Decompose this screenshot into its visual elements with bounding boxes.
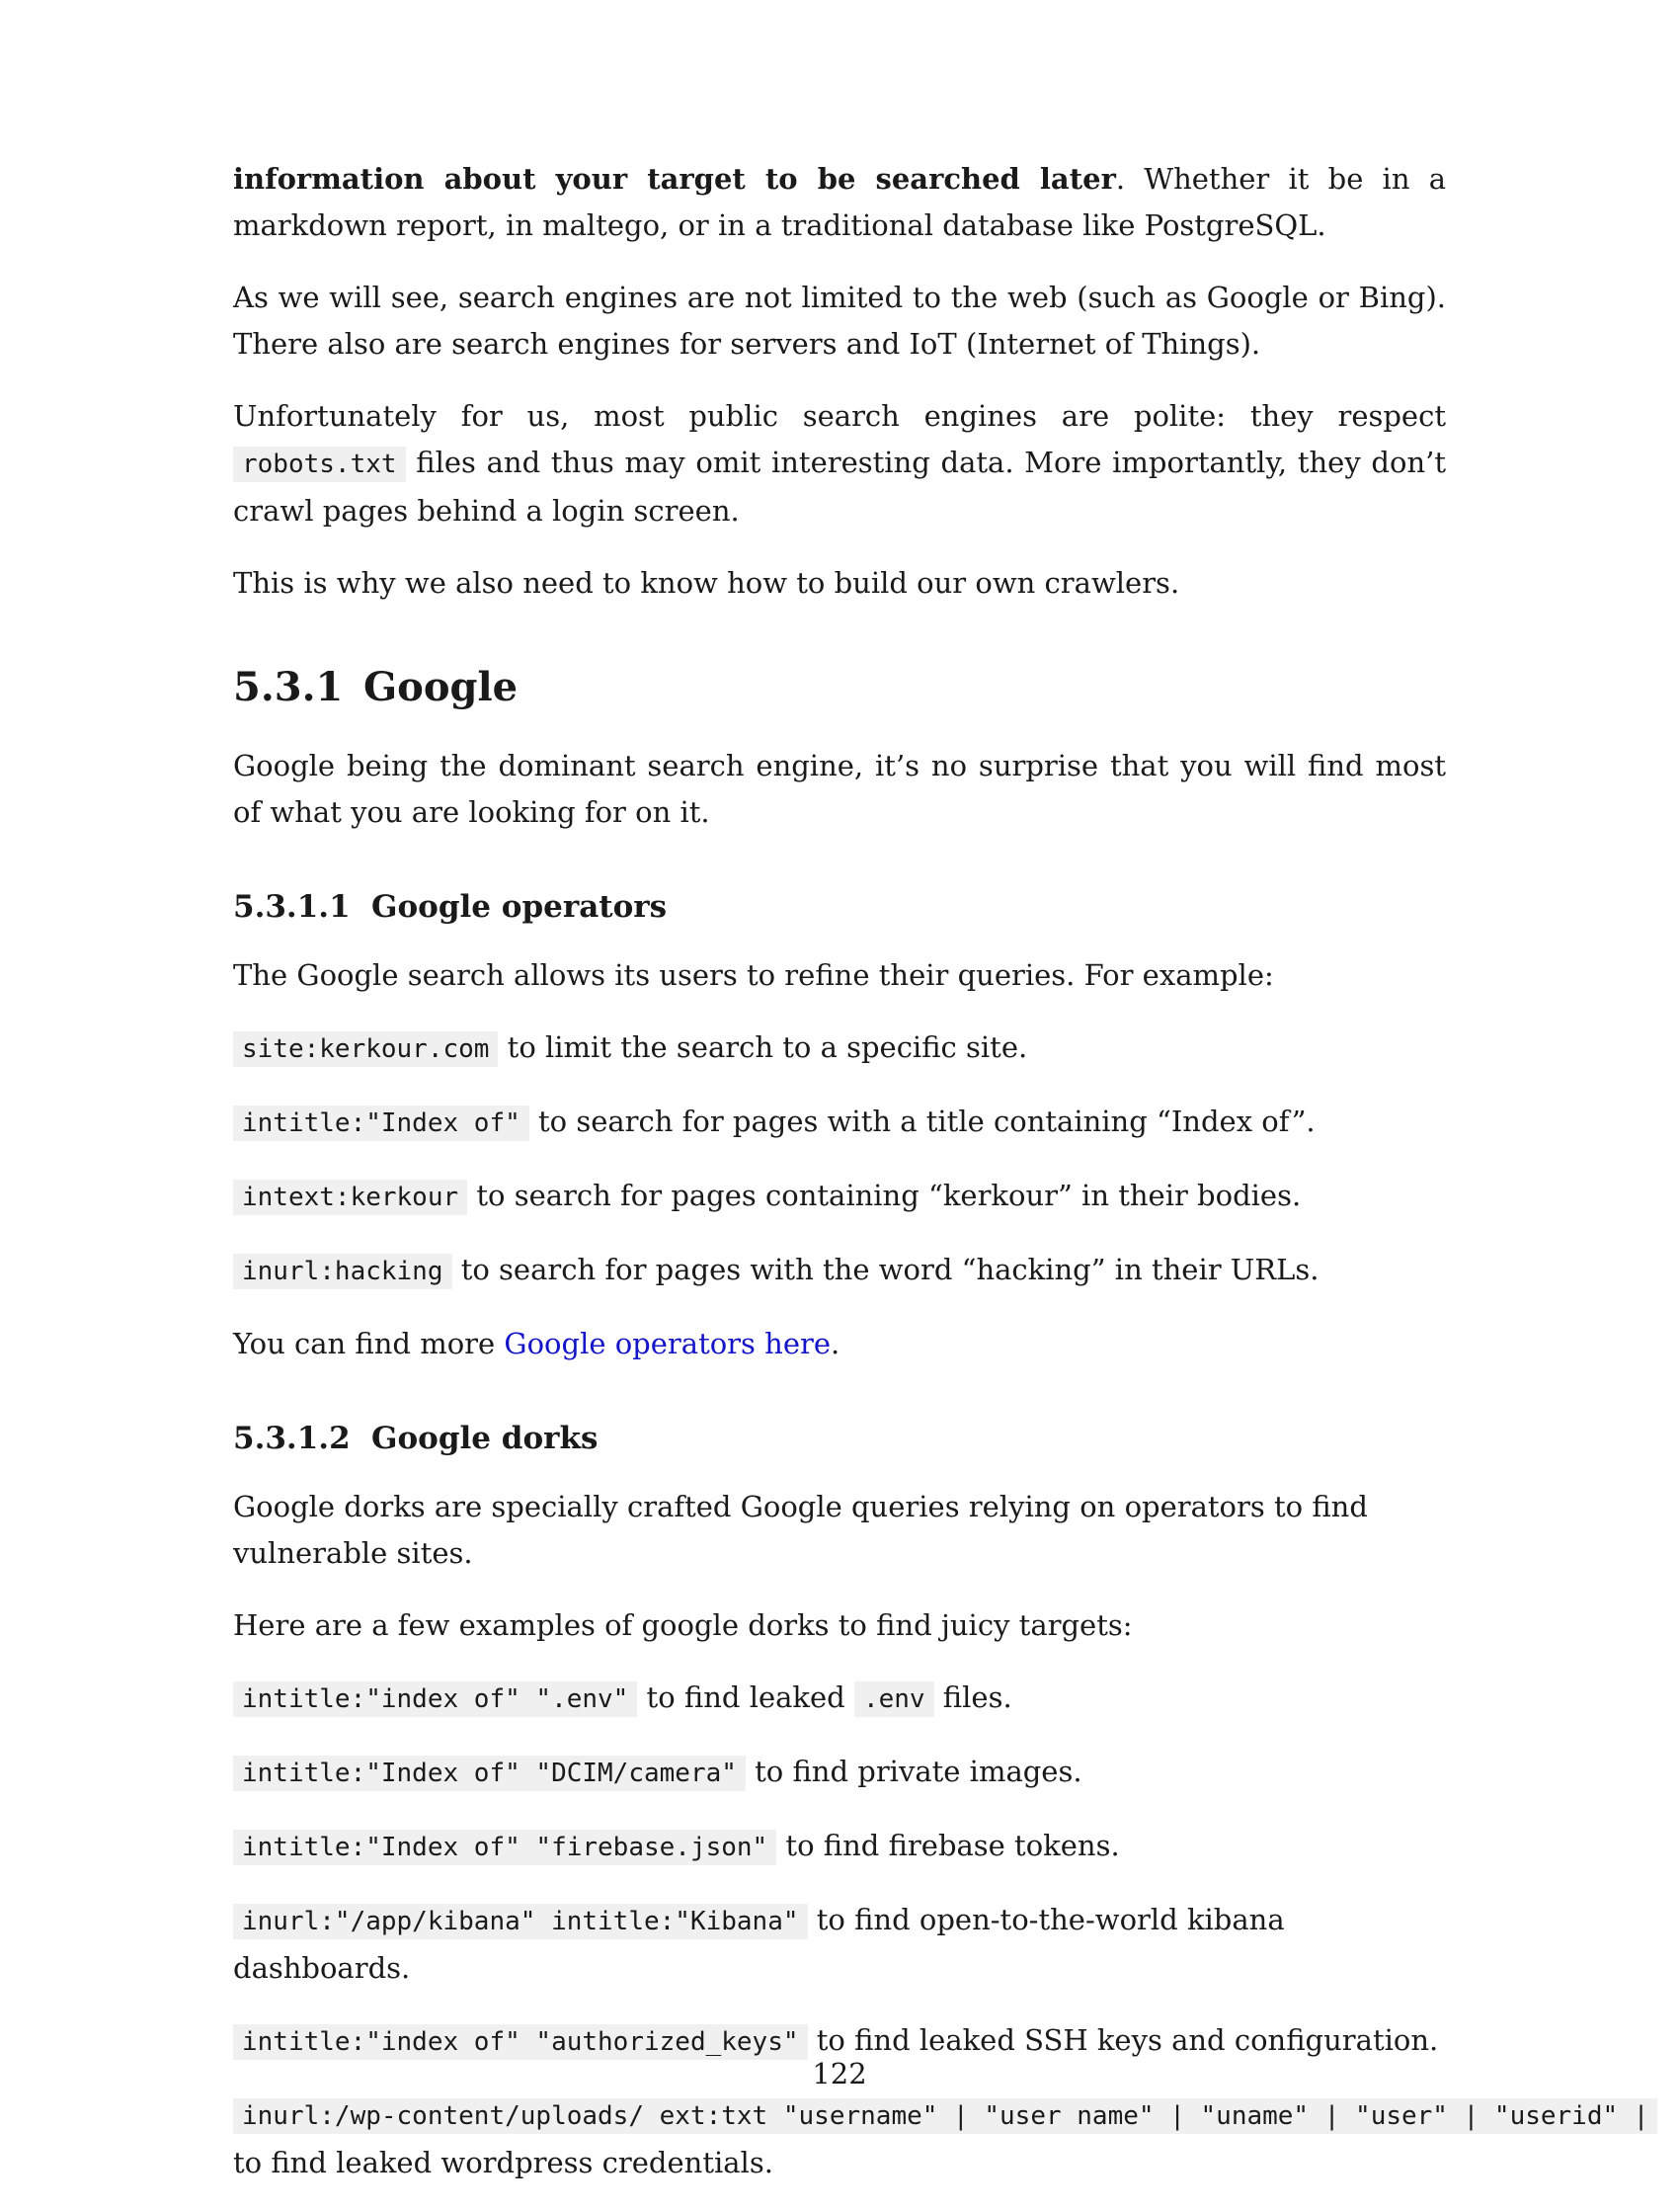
dork-description: to find leaked <box>637 1680 854 1714</box>
operator-example: intitle:"Index of" to search for pages w… <box>233 1099 1446 1147</box>
dork-code: inurl:/wp-content/uploads/ ext:txt "user… <box>233 2098 1658 2134</box>
google-operators-link[interactable]: Google operators here <box>504 1327 831 1360</box>
page-number: 122 <box>812 2057 867 2090</box>
section-number: 5.3.1 <box>233 664 344 710</box>
subsection-number: 5.3.1.1 <box>233 889 351 925</box>
paragraph-crawlers: This is why we also need to know how to … <box>233 566 1180 600</box>
paragraph-operators-intro: The Google search allows its users to re… <box>233 958 1274 992</box>
paragraph-text: files and thus may omit interesting data… <box>233 446 1446 528</box>
paragraph-text: You can find more <box>233 1327 505 1360</box>
paragraph-text: Unfortunately for us, most public search… <box>233 399 1446 433</box>
subsection-heading-dorks: 5.3.1.2 Google dorks <box>233 1417 1446 1460</box>
section-title: Google <box>363 664 519 710</box>
operator-description: to search for pages containing “kerkour”… <box>467 1179 1302 1212</box>
document-page: information about your target to be sear… <box>233 156 1658 2212</box>
operator-example: site:kerkour.com to limit the search to … <box>233 1024 1446 1073</box>
dork-code: intitle:"index of" "authorized_keys" <box>233 2024 808 2060</box>
inline-code: robots.txt <box>233 447 406 482</box>
dork-description: to find leaked SSH keys and configuratio… <box>807 2023 1439 2057</box>
dork-example: inurl:"/app/kibana" intitle:"Kibana" to … <box>233 1897 1446 1992</box>
operator-description: to search for pages with the word “hacki… <box>451 1253 1319 1286</box>
operator-code: intext:kerkour <box>233 1180 468 1215</box>
dork-description: files. <box>933 1680 1012 1714</box>
dork-code: inurl:"/app/kibana" intitle:"Kibana" <box>233 1904 808 1939</box>
subsection-number: 5.3.1.2 <box>233 1421 351 1456</box>
operator-description: to limit the search to a specific site. <box>498 1030 1028 1064</box>
operator-description: to search for pages with a title contain… <box>528 1105 1316 1138</box>
dork-example: intitle:"index of" ".env" to find leaked… <box>233 1675 1446 1723</box>
section-heading-google: 5.3.1 Google <box>233 662 1446 713</box>
paragraph-storage: information about your target to be sear… <box>233 156 1446 249</box>
paragraph-dorks-examples-intro: Here are a few examples of google dorks … <box>233 1608 1133 1642</box>
paragraph-more-operators: You can find more Google operators here. <box>233 1321 1446 1367</box>
dork-example: intitle:"Index of" "firebase.json" to fi… <box>233 1823 1446 1871</box>
operator-code: intitle:"Index of" <box>233 1106 529 1141</box>
inline-code: .env <box>853 1681 934 1717</box>
dork-description: to find firebase tokens. <box>776 1829 1120 1862</box>
operator-example: intext:kerkour to search for pages conta… <box>233 1173 1446 1221</box>
bold-phrase: information about your target to be sear… <box>233 162 1116 196</box>
paragraph-dorks-intro: Google dorks are specially crafted Googl… <box>233 1490 1368 1570</box>
operator-code: site:kerkour.com <box>233 1031 499 1067</box>
subsection-title: Google dorks <box>371 1421 599 1456</box>
operator-code: inurl:hacking <box>233 1254 452 1289</box>
dork-code: intitle:"index of" ".env" <box>233 1681 638 1717</box>
dork-example: intitle:"Index of" "DCIM/camera" to find… <box>233 1749 1446 1797</box>
operator-example: inurl:hacking to search for pages with t… <box>233 1247 1446 1295</box>
paragraph-text: . <box>831 1327 840 1360</box>
dork-example-wordpress: inurl:/wp-content/uploads/ ext:txt "user… <box>233 2091 1679 2140</box>
subsection-title: Google operators <box>371 889 668 925</box>
paragraph-robots: Unfortunately for us, most public search… <box>233 393 1446 534</box>
dork-description: to find private images. <box>745 1755 1082 1788</box>
dork-description-wordpress: to find leaked wordpress credentials. <box>233 2146 773 2179</box>
dork-code: intitle:"Index of" "DCIM/camera" <box>233 1756 746 1791</box>
subsection-heading-operators: 5.3.1.1 Google operators <box>233 885 1446 929</box>
paragraph-google-intro: Google being the dominant search engine,… <box>233 749 1446 829</box>
dork-code: intitle:"Index of" "firebase.json" <box>233 1830 777 1865</box>
paragraph-search-engines: As we will see, search engines are not l… <box>233 281 1446 361</box>
